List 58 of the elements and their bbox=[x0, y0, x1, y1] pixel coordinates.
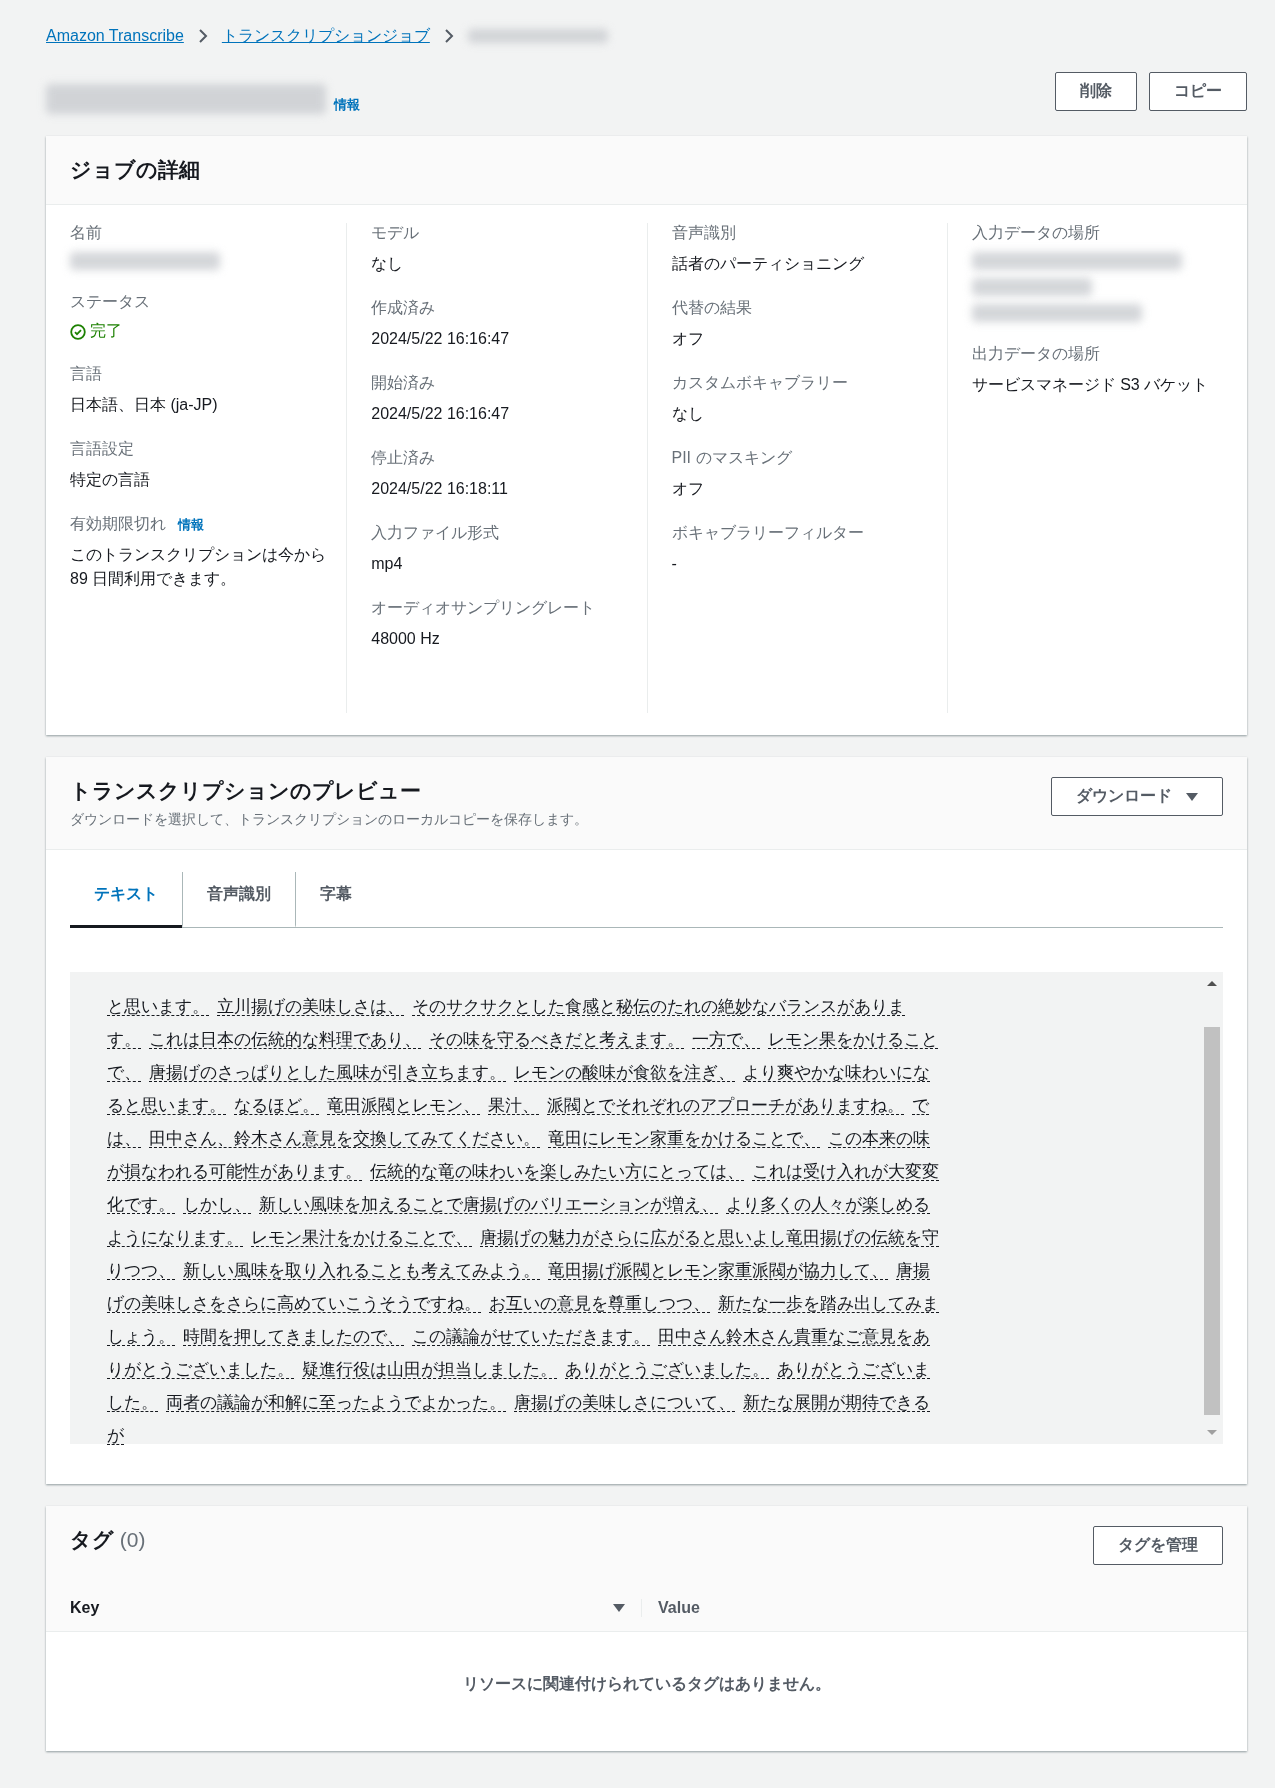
chevron-right-icon bbox=[197, 29, 208, 43]
card-title: タグ (0) bbox=[70, 1527, 146, 1553]
detail-label: モデル bbox=[371, 223, 420, 243]
detail-label: カスタムボキャブラリー bbox=[671, 373, 848, 393]
detail-label: ボキャブラリーフィルター bbox=[671, 523, 864, 543]
success-check-icon bbox=[70, 323, 86, 340]
detail-label: PII のマスキング bbox=[671, 448, 792, 468]
detail-value: このトランスクリプションは今から 89 日間利用できます。 bbox=[70, 545, 327, 589]
detail-label: 代替の結果 bbox=[671, 298, 752, 318]
caret-down-icon bbox=[613, 1603, 625, 1613]
detail-value: 話者のパーティショニング bbox=[671, 254, 865, 274]
detail-value: 2024/5/22 16:16:47 bbox=[371, 404, 511, 424]
card-description: ダウンロードを選択して、トランスクリプションのローカルコピーを保存します。 bbox=[70, 811, 588, 829]
detail-value: 日本語、日本 (ja-JP) bbox=[70, 395, 219, 415]
card-title: ジョブの詳細 bbox=[70, 157, 200, 183]
detail-value: mp4 bbox=[371, 554, 404, 574]
detail-label: 停止済み bbox=[371, 448, 436, 468]
header-button[interactable]: コピー bbox=[1149, 71, 1247, 111]
column-header: Value bbox=[657, 1599, 700, 1617]
detail-label: 作成済み bbox=[371, 298, 436, 318]
detail-value: なし bbox=[671, 404, 705, 424]
detail-label: オーディオサンプリングレート bbox=[371, 598, 596, 618]
detail-value: 2024/5/22 16:18:11 bbox=[371, 479, 509, 499]
header-button[interactable]: 削除 bbox=[1055, 71, 1137, 111]
detail-value: 2024/5/22 16:16:47 bbox=[371, 329, 511, 349]
breadcrumb-link[interactable]: Amazon Transcribe bbox=[46, 27, 184, 45]
detail-value: 特定の言語 bbox=[70, 470, 151, 490]
empty-message: リソースに関連付けられているタグはありません。 bbox=[461, 1674, 832, 1694]
detail-value: 48000 Hz bbox=[371, 629, 441, 649]
chevron-right-icon bbox=[443, 29, 454, 43]
detail-label: 言語設定 bbox=[70, 439, 134, 459]
download-button[interactable]: ダウンロード bbox=[1051, 777, 1223, 816]
info-link[interactable]: 情報 bbox=[178, 516, 204, 534]
detail-label: 入力ファイル形式 bbox=[371, 523, 500, 543]
card-title: トランスクリプションのプレビュー bbox=[70, 778, 422, 804]
detail-label: 入力データの場所 bbox=[971, 223, 1100, 243]
detail-value: なし bbox=[371, 254, 405, 274]
tab[interactable]: 字幕 bbox=[295, 872, 376, 928]
detail-label: 音声識別 bbox=[671, 223, 736, 243]
breadcrumb-link[interactable]: トランスクリプションジョブ bbox=[221, 25, 430, 47]
detail-label: 有効期限切れ bbox=[70, 514, 166, 534]
tab[interactable]: テキスト bbox=[70, 872, 182, 928]
detail-label: ステータス bbox=[70, 292, 150, 312]
detail-label: 名前 bbox=[70, 223, 102, 243]
info-link[interactable]: 情報 bbox=[334, 96, 360, 114]
detail-label: 開始済み bbox=[371, 373, 436, 393]
column-header: Key bbox=[70, 1599, 100, 1617]
manage-tags-button[interactable]: タグを管理 bbox=[1093, 1526, 1223, 1565]
detail-value: オフ bbox=[671, 479, 705, 499]
transcript-text: と思います。 立川揚げの美味しさは、 そのサクサクとした食感と秘伝のたれの絶妙なバランスがあります。 これは日本の伝統的な料理であり、 その味を守るべきだと考えます。 一方で、 レモン果をかけることで、 唐揚げのさっぱりとした風味が引き立ちます。 レモンの酸味が食欲を注ぎ、 より爽やかな味わいになると思います。 なるほど。 竜田派閥とレモン、 果汁、 派閥とでそれぞれのアプローチがありますね。 では、 田中さん、鈴木さん意見を交換してみてください。 竜田にレモン家重をかけることで、 この本来の味が損なわれる可能性があります。 伝統的な竜の味わいを楽しみたい方にとっては、 これは受け入れが大変変化です。 しかし、 新しい風味を加えることで唐揚げのバリエーションが増え、 より多くの人々が楽しめるようになります。 レモン果汁をかけることで、 唐揚げの魅力がさらに広がると思いよし竜田揚げの伝統を守りつつ、 新しい風味を取り入れることも考えてみよう。 竜田揚げ派閥とレモン家重派閥が協力して、 唐揚げの美味しさをさらに高めていこうそうですね。 お互いの意見を尊重しつつ、 新たな一歩を踏み出してみましょう。 時間を押してきましたので、 この議論がせていただきます。 田中さん鈴木さん貴重なご意見をありがとうございました。 疑進行役は山田が担当しました。 ありがとうございました。 ありがとうございました。 両者の議論が和解に至ったようでよかった。 唐揚げの美味しさについて、 新たな展開が期待できるが bbox=[107, 996, 940, 1447]
status-value: 完了 bbox=[70, 321, 335, 342]
detail-value: サービスマネージド S3 バケット bbox=[971, 375, 1210, 395]
tab[interactable]: 音声識別 bbox=[182, 872, 295, 928]
caret-down-icon bbox=[1186, 791, 1198, 802]
detail-value: オフ bbox=[671, 329, 705, 349]
detail-label: 出力データの場所 bbox=[971, 344, 1100, 364]
detail-value: - bbox=[671, 554, 678, 574]
detail-label: 言語 bbox=[70, 364, 102, 384]
